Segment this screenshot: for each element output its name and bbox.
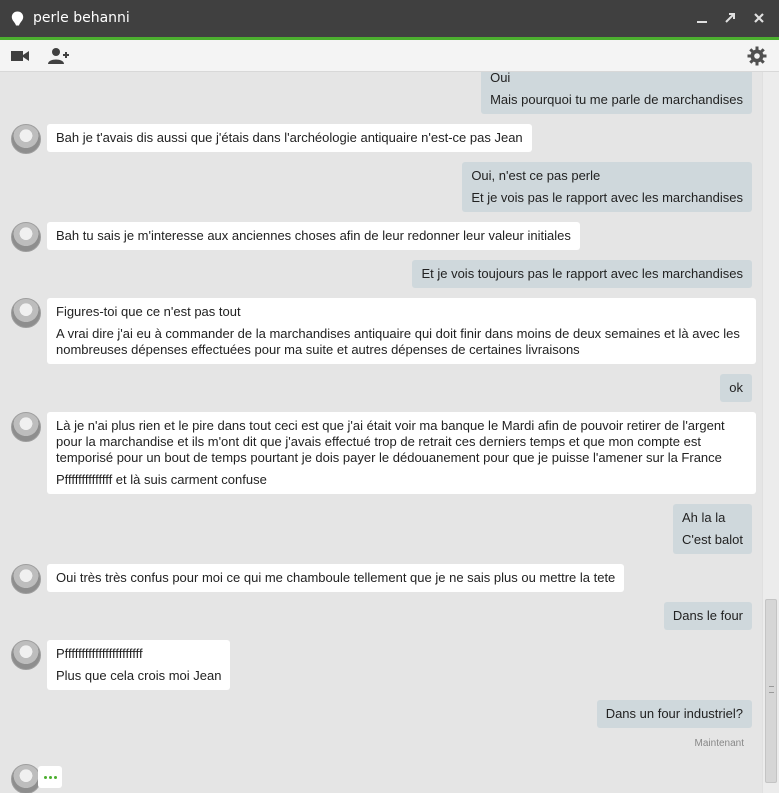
- message-timestamp: Maintenant: [694, 738, 744, 749]
- message-outgoing: Dans le four: [663, 602, 752, 630]
- contact-avatar: [11, 124, 41, 154]
- minimize-button[interactable]: [692, 8, 712, 28]
- chat-toolbar: [0, 40, 779, 72]
- message-outgoing: Oui Mais pourquoi tu me parle de marchan…: [481, 72, 752, 114]
- message-text: Figures-toi que ce n'est pas tout: [56, 304, 241, 319]
- message-outgoing: Ah la la C'est balot: [672, 504, 752, 554]
- message-bubble: Dans un four industriel?: [596, 700, 752, 728]
- close-icon: [754, 13, 764, 23]
- message-outgoing: ok: [720, 374, 752, 402]
- message-text: Et je vois toujours pas le rapport avec …: [421, 266, 743, 281]
- contact-avatar: [11, 222, 41, 252]
- chat-messages[interactable]: Oui Mais pourquoi tu me parle de marchan…: [0, 72, 762, 793]
- message-text: Mais pourquoi tu me parle de marchandise…: [490, 92, 743, 107]
- message-text: Pffffffffffffff et là suis carment confu…: [56, 472, 267, 487]
- settings-gear-icon: [747, 46, 767, 66]
- add-person-icon: [48, 48, 69, 64]
- contact-avatar: [11, 298, 41, 328]
- settings-button[interactable]: [745, 45, 769, 67]
- message-bubble: Dans le four: [663, 602, 752, 630]
- message-text: Oui, n'est ce pas perle: [471, 168, 601, 183]
- minimize-icon: [697, 21, 707, 23]
- typing-dot: [43, 775, 47, 779]
- message-bubble: Ah la la C'est balot: [672, 504, 752, 554]
- message-text: A vrai dire j'ai eu à commander de la ma…: [56, 326, 740, 357]
- message-bubble: Là je n'ai plus rien et le pire dans tou…: [47, 412, 756, 494]
- video-call-button[interactable]: [8, 45, 32, 67]
- add-person-button[interactable]: [47, 45, 71, 67]
- message-incoming: Oui très très confus pour moi ce qui me …: [47, 564, 625, 592]
- message-text: Oui très très confus pour moi ce qui me …: [56, 570, 616, 585]
- message-incoming: Bah je t'avais dis aussi que j'étais dan…: [47, 124, 532, 152]
- contact-avatar: [11, 564, 41, 594]
- typing-dot: [53, 775, 57, 779]
- message-text: Là je n'ai plus rien et le pire dans tou…: [56, 418, 725, 465]
- title-bar: perle behanni: [0, 0, 779, 40]
- message-bubble: Figures-toi que ce n'est pas tout A vrai…: [47, 298, 756, 364]
- message-bubble: Oui très très confus pour moi ce qui me …: [47, 564, 625, 592]
- message-text: Pfffffffffffffffffffffff: [56, 646, 143, 661]
- chat-scrollbar[interactable]: [762, 72, 779, 793]
- message-text: Et je vois pas le rapport avec les march…: [471, 190, 743, 205]
- message-bubble: Et je vois toujours pas le rapport avec …: [412, 260, 752, 288]
- message-text: Dans un four industriel?: [605, 706, 743, 721]
- message-text: Bah tu sais je m'interesse aux anciennes…: [56, 228, 571, 243]
- message-outgoing: Et je vois toujours pas le rapport avec …: [412, 260, 752, 288]
- status-indicator-icon: [11, 11, 24, 26]
- message-bubble: Bah tu sais je m'interesse aux anciennes…: [47, 222, 580, 250]
- popout-button[interactable]: [720, 8, 740, 28]
- message-bubble: Bah je t'avais dis aussi que j'étais dan…: [47, 124, 532, 152]
- scroll-grip-icon: [769, 686, 774, 693]
- typing-indicator: [38, 766, 62, 788]
- typing-dot: [48, 775, 52, 779]
- message-text: Oui: [490, 72, 511, 85]
- contact-avatar: [11, 412, 41, 442]
- message-bubble: Oui Mais pourquoi tu me parle de marchan…: [481, 72, 752, 114]
- popout-icon: [725, 13, 735, 23]
- contact-name: perle behanni: [33, 10, 130, 26]
- video-call-icon: [11, 51, 29, 61]
- message-incoming: Pfffffffffffffffffffffff Plus que cela c…: [47, 640, 231, 690]
- contact-avatar: [11, 640, 41, 670]
- message-text: ok: [729, 380, 743, 395]
- message-bubble: ok: [720, 374, 752, 402]
- contact-avatar: [11, 764, 41, 793]
- message-bubble: Oui, n'est ce pas perle Et je vois pas l…: [462, 162, 752, 212]
- message-text: Bah je t'avais dis aussi que j'étais dan…: [56, 130, 523, 145]
- close-button[interactable]: [749, 8, 769, 28]
- message-text: Dans le four: [672, 608, 743, 623]
- message-outgoing: Oui, n'est ce pas perle Et je vois pas l…: [462, 162, 752, 212]
- message-text: C'est balot: [681, 532, 743, 547]
- message-incoming: Là je n'ai plus rien et le pire dans tou…: [47, 412, 756, 494]
- message-outgoing: Dans un four industriel?: [596, 700, 752, 728]
- message-text: Ah la la: [681, 510, 726, 525]
- scrollbar-thumb[interactable]: [765, 599, 777, 783]
- message-incoming: Bah tu sais je m'interesse aux anciennes…: [47, 222, 580, 250]
- message-bubble: Pfffffffffffffffffffffff Plus que cela c…: [47, 640, 231, 690]
- message-text: Plus que cela crois moi Jean: [56, 668, 222, 683]
- message-incoming: Figures-toi que ce n'est pas tout A vrai…: [47, 298, 756, 364]
